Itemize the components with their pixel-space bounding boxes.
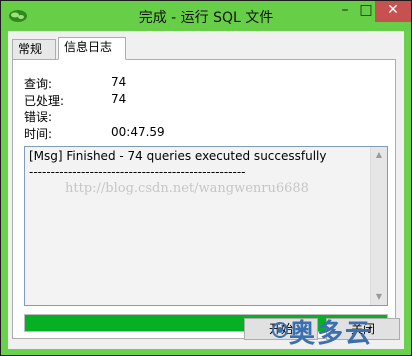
close-window-button[interactable]: ✕	[375, 1, 411, 22]
message-log[interactable]: [Msg] Finished - 74 queries executed suc…	[24, 146, 388, 306]
queries-label: 查询:	[24, 77, 53, 91]
tab-general[interactable]: 常规	[12, 39, 56, 59]
blog-watermark: http://blog.csdn.net/wangwenru6688	[65, 181, 309, 196]
stat-row-queries: 查询: 74	[24, 75, 224, 92]
scroll-down-arrow-icon[interactable]: ▼	[371, 290, 387, 304]
errors-label: 错误:	[24, 110, 53, 124]
title-bar[interactable]: 完成 - 运行 SQL 文件 – □ ✕	[1, 1, 411, 31]
queries-value: 74	[111, 75, 127, 89]
brand-logo-icon	[272, 322, 288, 338]
log-message-line: [Msg] Finished - 74 queries executed suc…	[29, 149, 327, 163]
tab-info-log[interactable]: 信息日志	[58, 37, 126, 60]
stat-row-time: 时间: 00:47.59	[24, 125, 224, 142]
run-sql-file-window: 完成 - 运行 SQL 文件 – □ ✕ 常规 信息日志 查询: 74 已处理:…	[0, 0, 412, 356]
stat-row-processed: 已处理: 74	[24, 92, 224, 109]
stats-block: 查询: 74 已处理: 74 错误: 时间: 00:47.59	[24, 75, 224, 141]
time-label: 时间:	[24, 126, 53, 141]
processed-value: 74	[111, 91, 127, 106]
brand-watermark: 奥多云	[289, 319, 374, 349]
info-log-panel: 查询: 74 已处理: 74 错误: 时间: 00:47.59 [Msg] Fi…	[12, 59, 396, 339]
scroll-up-arrow-icon[interactable]: ▲	[371, 148, 387, 162]
stat-row-errors: 错误:	[24, 108, 224, 125]
time-value: 00:47.59	[111, 124, 165, 139]
log-scrollbar[interactable]: ▲ ▼	[370, 147, 387, 305]
processed-label: 已处理:	[24, 93, 65, 108]
log-separator-line: ----------------------------------------…	[29, 165, 246, 179]
dialog-body: 常规 信息日志 查询: 74 已处理: 74 错误: 时间: 00:47.59	[8, 31, 404, 349]
